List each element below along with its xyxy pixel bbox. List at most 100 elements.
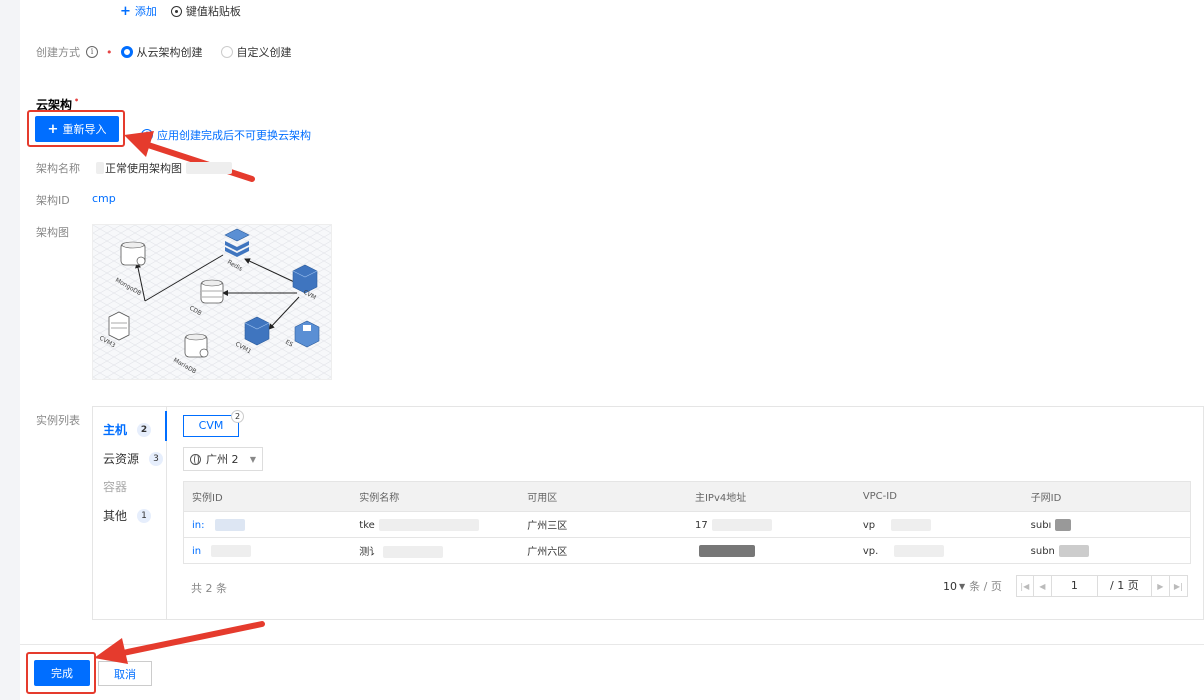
redaction	[211, 544, 252, 557]
redaction	[1055, 518, 1072, 531]
last-page-icon[interactable]: ▶|	[1169, 575, 1188, 597]
es-node-icon	[294, 320, 320, 348]
nav-item-label: 云资源	[103, 452, 140, 466]
instance-list-label: 实例列表	[36, 414, 80, 427]
table-header-row: 实例ID 实例名称 可用区 主IPv4地址 VPC-ID 子网ID	[183, 481, 1191, 512]
region-select[interactable]: 广州 2 ▼	[183, 447, 263, 471]
clipboard-label: 键值粘贴板	[185, 5, 241, 18]
vpc-value: vp.	[862, 545, 879, 557]
vpc-value: vp	[862, 519, 876, 531]
region-value: 广州 2	[206, 453, 239, 466]
instance-name-cell: tke	[351, 511, 520, 538]
vpc-cell: vp.	[854, 537, 1023, 564]
cdb-node-icon	[200, 279, 224, 304]
count-badge: 1	[137, 508, 152, 523]
page-total: / 1 页	[1097, 575, 1152, 597]
instance-id-cell: in:	[183, 511, 352, 538]
page-size-unit: 条 / 页	[969, 580, 1002, 593]
required-mark: •	[74, 96, 80, 105]
redaction	[214, 518, 245, 531]
redaction	[894, 544, 945, 557]
ip-cell	[686, 537, 855, 564]
page-size-value[interactable]: 10	[943, 580, 957, 593]
first-page-icon[interactable]: |◀	[1015, 575, 1034, 597]
radio-custom-label: 自定义创建	[236, 46, 292, 59]
create-mode-label: 创建方式	[36, 46, 80, 59]
mariadb-node-icon	[184, 333, 209, 358]
arch-id-label: 架构ID	[36, 194, 70, 207]
add-label: 添加	[134, 5, 157, 18]
mongodb-node-icon	[120, 241, 146, 266]
arch-name-label: 架构名称	[36, 162, 80, 175]
subnet-cell: subn	[1022, 537, 1191, 564]
prev-page-icon[interactable]: ◀	[1033, 575, 1052, 597]
instance-card: 主机 2 云资源 3 容器 其他 1 CVM 2 广州 2 ▼ 实例ID 实例名…	[92, 406, 1204, 620]
instance-name: tke	[359, 519, 375, 531]
redaction	[186, 162, 232, 174]
annotation-arrow-icon	[94, 621, 265, 664]
tab-count-badge: 2	[231, 410, 244, 423]
redaction	[711, 518, 772, 531]
reimport-label: 重新导入	[62, 123, 107, 136]
nav-item-host[interactable]: 主机 2	[103, 421, 152, 438]
count-badge: 2	[137, 422, 152, 437]
redaction	[1058, 544, 1089, 557]
redaction	[383, 546, 444, 558]
active-indicator	[165, 411, 167, 441]
instance-side-nav: 主机 2 云资源 3 容器 其他 1	[93, 407, 167, 619]
instance-name-cell: 测讠	[351, 537, 520, 564]
radio-from-arch-label: 从云架构创建	[136, 46, 203, 59]
architecture-diagram: MongoDB Redis CVM CDB CVM3 CVM1 ES Maria…	[92, 224, 332, 380]
top-toolbar: + 添加 键值粘贴板	[120, 3, 241, 19]
column-header: 主IPv4地址	[686, 481, 855, 512]
count-badge: 3	[149, 451, 164, 466]
subnet-value: subı	[1030, 519, 1052, 531]
column-header: 实例名称	[351, 481, 520, 512]
tab-cvm-label: CVM	[198, 419, 224, 432]
instance-id-cell: in	[183, 537, 352, 564]
plus-icon: +	[47, 121, 59, 137]
instance-name: 测讠	[359, 547, 380, 558]
redaction	[698, 544, 755, 557]
zone-cell: 广州三区	[519, 511, 687, 538]
diagram-svg: MongoDB Redis CVM CDB CVM3 CVM1 ES Maria…	[93, 225, 331, 379]
table-row: in: tke 广州三区 17 vp subı	[183, 511, 1191, 538]
nav-item-label: 主机	[103, 423, 128, 437]
table-row: in 测讠 广州六区 vp. subn	[183, 537, 1191, 564]
column-header: 实例ID	[183, 481, 352, 512]
column-header: 可用区	[519, 481, 687, 512]
reimport-button[interactable]: + 重新导入	[35, 116, 119, 142]
info-icon[interactable]: i	[86, 46, 98, 58]
instance-table: 实例ID 实例名称 可用区 主IPv4地址 VPC-ID 子网ID in: tk…	[183, 481, 1191, 564]
cvm3-node-icon	[108, 311, 130, 341]
subnet-cell: subı	[1022, 511, 1191, 538]
radio-unchecked-icon	[220, 46, 233, 58]
redaction	[891, 518, 932, 531]
page-input[interactable]: 1	[1051, 575, 1098, 597]
arch-name-text: 正常使用架构图	[105, 162, 182, 175]
plus-icon: +	[120, 3, 131, 19]
cvm1-node-icon	[244, 316, 270, 346]
nav-item-container[interactable]: 容器	[103, 478, 127, 495]
instance-id-link[interactable]: in:	[192, 520, 205, 531]
tab-cvm[interactable]: CVM 2	[183, 410, 244, 437]
redaction	[96, 162, 104, 174]
clipboard-button[interactable]: 键值粘贴板	[170, 3, 241, 19]
radio-from-arch[interactable]: 从云架构创建	[120, 44, 203, 60]
radio-custom[interactable]: 自定义创建	[220, 44, 292, 60]
nav-item-cloud-resources[interactable]: 云资源 3	[103, 450, 164, 467]
nav-item-other[interactable]: 其他 1	[103, 507, 152, 524]
annotation-arrow-icon	[124, 131, 255, 182]
nav-item-label: 其他	[103, 509, 128, 523]
vpc-cell: vp	[854, 511, 1023, 538]
chevron-down-icon[interactable]: ▼	[959, 582, 965, 591]
finish-button[interactable]: 完成	[34, 660, 90, 686]
radio-checked-icon	[120, 46, 133, 58]
instance-id-link[interactable]: in	[192, 546, 201, 557]
next-page-icon[interactable]: ▶	[1151, 575, 1170, 597]
chevron-down-icon: ▼	[249, 454, 256, 464]
add-button[interactable]: + 添加	[120, 3, 157, 19]
main-panel: + 添加 键值粘贴板 创建方式 i • 从云架构创建 自定义创建 云架构 • + …	[20, 0, 1204, 700]
arch-diagram-label: 架构图	[36, 226, 69, 239]
subnet-value: subn	[1030, 545, 1055, 557]
